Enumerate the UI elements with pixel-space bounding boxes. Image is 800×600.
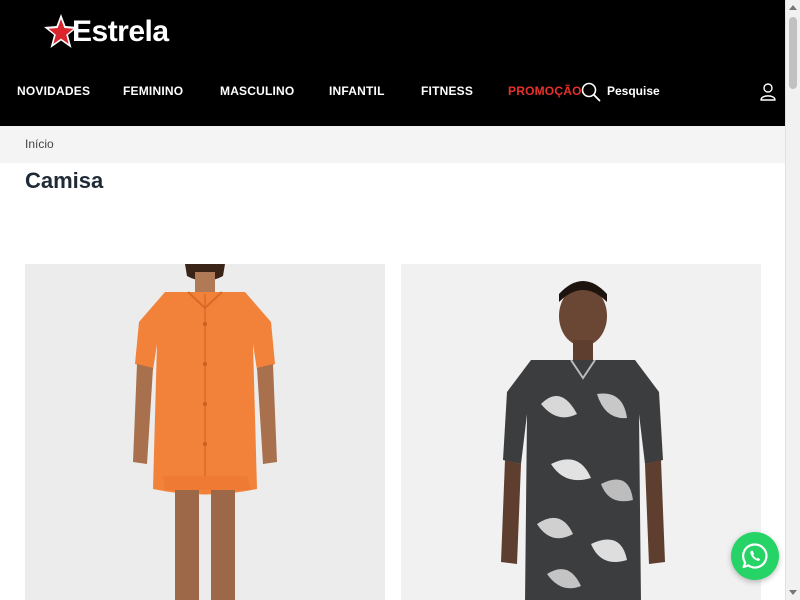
nav-fitness[interactable]: FITNESS: [421, 84, 473, 98]
whatsapp-button[interactable]: [731, 532, 779, 580]
site-header: Estrela NOVIDADES FEMININO MASCULINO INF…: [0, 0, 785, 126]
nav-promocao[interactable]: PROMOÇÃO: [508, 84, 582, 98]
product-card[interactable]: [401, 264, 761, 600]
page-title: Camisa: [25, 168, 104, 193]
product-image[interactable]: [401, 264, 761, 600]
logo-link[interactable]: Estrela: [44, 12, 169, 52]
search-label[interactable]: Pesquise: [607, 84, 660, 98]
scroll-down-arrow-icon[interactable]: [789, 590, 797, 595]
user-icon[interactable]: [759, 82, 777, 102]
logo-text: Estrela: [72, 15, 169, 48]
search-icon[interactable]: [581, 82, 601, 102]
breadcrumb-home[interactable]: Início: [25, 137, 54, 151]
scroll-up-arrow-icon[interactable]: [789, 5, 797, 10]
product-image[interactable]: [25, 264, 385, 600]
main-nav: NOVIDADES FEMININO MASCULINO INFANTIL FI…: [0, 76, 785, 108]
nav-infantil[interactable]: INFANTIL: [329, 84, 385, 98]
breadcrumb: Início: [0, 126, 785, 163]
nav-novidades[interactable]: NOVIDADES: [17, 84, 90, 98]
page: Estrela NOVIDADES FEMININO MASCULINO INF…: [0, 0, 785, 600]
whatsapp-icon: [742, 543, 768, 569]
vertical-scrollbar[interactable]: [785, 0, 800, 600]
scroll-thumb[interactable]: [789, 17, 797, 89]
product-card[interactable]: [25, 264, 385, 600]
nav-masculino[interactable]: MASCULINO: [220, 84, 294, 98]
nav-feminino[interactable]: FEMININO: [123, 84, 183, 98]
